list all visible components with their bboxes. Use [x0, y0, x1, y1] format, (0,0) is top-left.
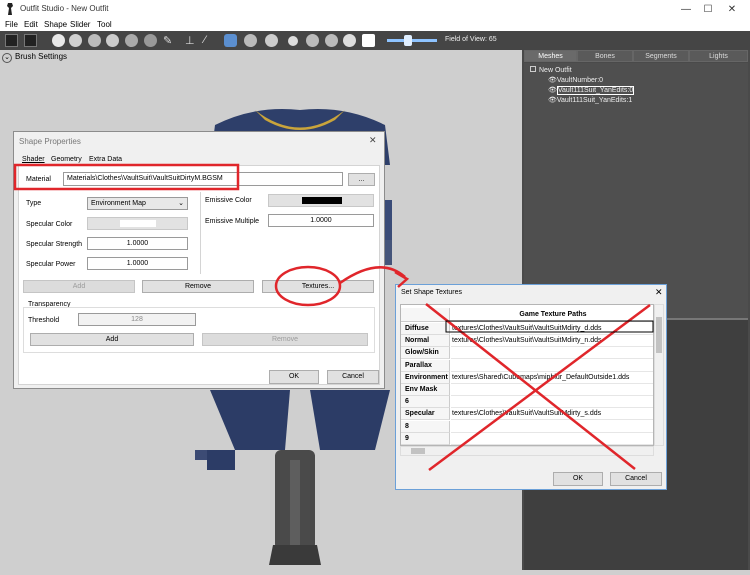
annotation-arrowhead: [394, 270, 410, 288]
annotation-arrow: [339, 266, 406, 285]
material-highlight-box: [13, 163, 240, 191]
cross-out-line: [428, 303, 651, 472]
textures-highlight-circle: [274, 265, 342, 307]
cross-out-line: [425, 303, 636, 470]
annotation-overlay: [13, 163, 654, 472]
